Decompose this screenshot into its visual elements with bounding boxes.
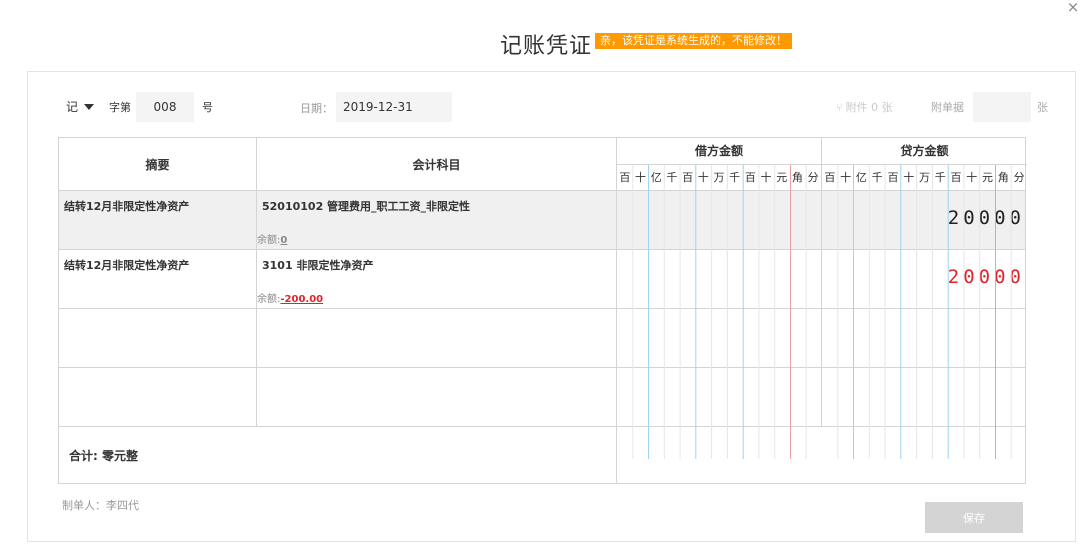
caret-down-icon [84,103,95,110]
date-input[interactable] [336,92,452,122]
credit-amount: 20000 [947,207,1025,229]
balance-label: 余额: [257,294,281,305]
account-cell: 52010102 管理费用_职工工资_非限定性 余额:0 [257,191,617,249]
voucher-number-input[interactable] [136,92,194,122]
unit-label: 分 [807,171,819,184]
unit-label: 元 [776,171,788,184]
unit-label: 十 [840,171,852,184]
summary-cell: 结转12月非限定性净资产 [59,191,257,249]
voucher-type-value: 记 [66,100,79,114]
account-cell [257,309,617,367]
attached-docs-input[interactable] [973,92,1031,122]
balance-label: 余额: [257,235,281,246]
unit-label: 千 [729,171,741,184]
attachment-link[interactable]: ⑂ 附件 0 张 [836,99,893,115]
credit-title: 贷方金额 [822,138,1027,165]
unit-label: 百 [950,171,962,184]
unit-label: 百 [682,171,694,184]
unit-label: 角 [791,171,803,184]
credit-amount-cell: 20000 [822,191,1027,249]
account-cell [257,368,617,426]
voucher-number-suffix: 号 [202,101,213,114]
unit-label: 百 [887,171,899,184]
table-row[interactable]: 结转12月非限定性净资产 3101 非限定性净资产 余额:-200.00 200… [59,250,1025,309]
readonly-notice-badge: 亲，该凭证是系统生成的，不能修改！ [595,33,793,49]
unit-label: 百 [824,171,836,184]
dialog-title-area: 记账凭证 亲，该凭证是系统生成的，不能修改！ [500,30,793,64]
balance: 余额:-200.00 [257,290,323,305]
unit-label: 角 [997,171,1009,184]
summary-cell: 结转12月非限定性净资产 [59,250,257,308]
save-button[interactable]: 保存 [925,502,1023,533]
credit-amount-cell [822,309,1027,367]
unit-label: 百 [619,171,631,184]
col-header-summary: 摘要 [59,138,257,191]
attached-docs-label: 附单据 [931,101,964,114]
balance-value[interactable]: 0 [280,235,287,246]
voucher-card: 记 字第 号 日期： ⑂ 附件 0 张 附单据 张 摘要 会计科目 借方金额 百… [27,71,1076,542]
table-header: 摘要 会计科目 借方金额 百十亿千百十万千百十元角分 贷方金额 百十亿千百十万千… [59,138,1027,191]
unit-label: 千 [666,171,678,184]
unit-label: 十 [635,171,647,184]
unit-label: 元 [982,171,994,184]
account-name: 52010102 管理费用_职工工资_非限定性 [262,200,471,213]
credit-amount-cell [822,368,1027,426]
attached-docs-unit: 张 [1037,101,1048,114]
balance-value[interactable]: -200.00 [280,294,323,305]
unit-label: 十 [697,171,709,184]
table-row[interactable] [59,368,1025,427]
unit-label: 分 [1013,171,1025,184]
col-header-credit: 贷方金额 百十亿千百十万千百十元角分 [822,138,1027,191]
voucher-number-prefix: 字第 [109,101,131,114]
unit-label: 千 [934,171,946,184]
unit-label: 十 [760,171,772,184]
dialog-title: 记账凭证 [500,34,593,59]
total-row: 合计: 零元整 [59,427,1025,484]
voucher-type-select[interactable]: 记 [66,98,95,115]
close-icon[interactable]: × [1066,0,1080,16]
debit-amount-cell [617,309,822,367]
total-label: 合计: 零元整 [59,427,617,484]
debit-units: 百十亿千百十万千百十元角分 [617,165,821,190]
col-header-account: 会计科目 [257,138,617,191]
col-header-debit: 借方金额 百十亿千百十万千百十元角分 [617,138,822,191]
debit-amount-cell [617,191,822,249]
credit-amount: 20000 [947,266,1025,288]
summary-cell [59,309,257,367]
attachment-text: 附件 0 张 [845,101,893,114]
unit-label: 亿 [855,171,867,184]
table-row[interactable] [59,309,1025,368]
account-cell: 3101 非限定性净资产 余额:-200.00 [257,250,617,308]
summary-cell [59,368,257,426]
unit-label: 十 [966,171,978,184]
unit-label: 百 [744,171,756,184]
account-name: 3101 非限定性净资产 [262,259,374,272]
debit-amount-cell [617,368,822,426]
date-label: 日期： [300,102,333,115]
unit-label: 万 [713,171,725,184]
debit-title: 借方金额 [617,138,821,165]
voucher-maker: 制单人：李四代 [62,499,139,512]
voucher-info-row: 记 字第 号 日期： ⑂ 附件 0 张 附单据 张 [28,72,1075,132]
unit-label: 亿 [650,171,662,184]
credit-amount-cell: 20000 [822,250,1027,308]
paperclip-icon: ⑂ [836,100,843,114]
balance: 余额:0 [257,231,287,246]
voucher-table: 摘要 会计科目 借方金额 百十亿千百十万千百十元角分 贷方金额 百十亿千百十万千… [58,137,1027,484]
unit-label: 万 [918,171,930,184]
table-row[interactable]: 结转12月非限定性净资产 52010102 管理费用_职工工资_非限定性 余额:… [59,191,1025,250]
debit-amount-cell [617,250,822,308]
unit-label: 十 [903,171,915,184]
credit-units: 百十亿千百十万千百十元角分 [822,165,1027,190]
unit-label: 千 [871,171,883,184]
